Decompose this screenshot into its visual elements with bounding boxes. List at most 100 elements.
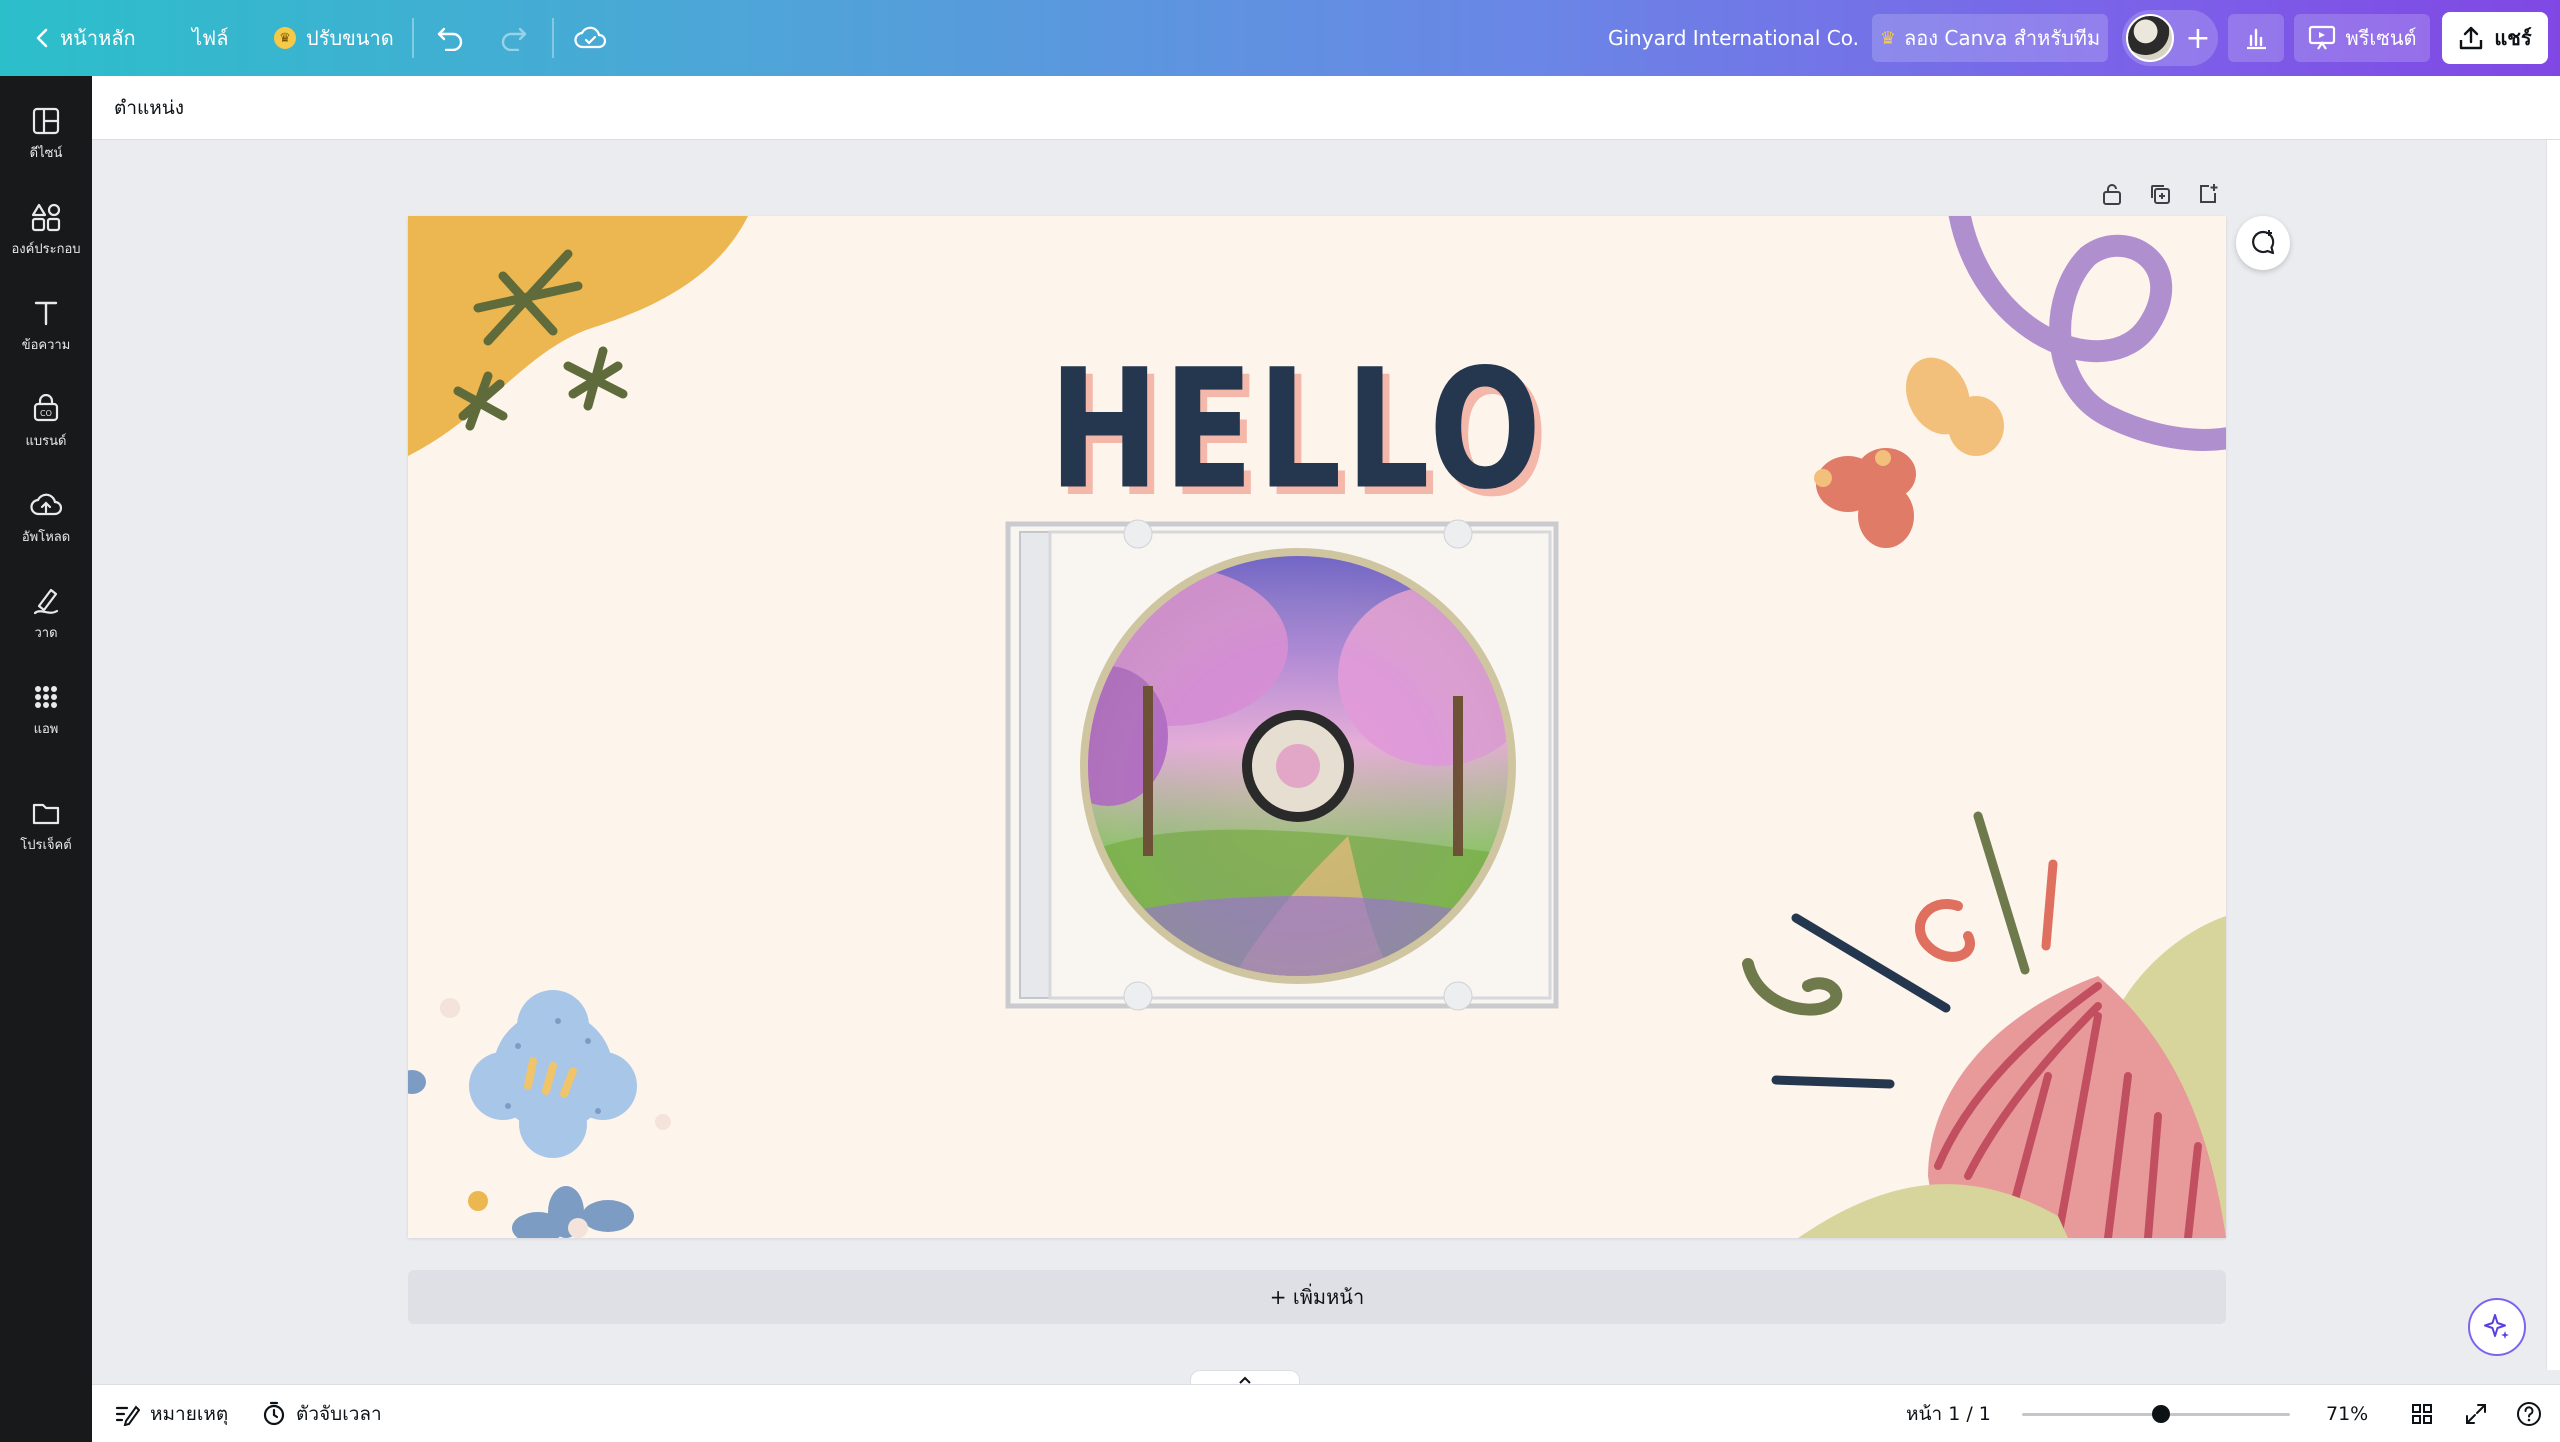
present-label: พรีเซนต์ xyxy=(2345,26,2417,50)
sparkle-icon xyxy=(2484,1314,2509,1339)
canvas-area: HELLO + เพิ่มหน้า xyxy=(92,140,2560,1370)
svg-text:CO: CO xyxy=(40,409,52,418)
shapes-icon xyxy=(31,203,61,231)
rail-item-draw[interactable]: วาด xyxy=(0,572,92,656)
team-name[interactable]: Ginyard International Co. xyxy=(1608,0,1859,76)
rail-label: แอพ xyxy=(33,721,59,737)
undo-button[interactable] xyxy=(436,0,466,76)
position-button[interactable]: ตำแหน่ง xyxy=(114,76,184,140)
duplicate-page-button[interactable] xyxy=(2144,176,2176,212)
toolbar-divider xyxy=(412,18,414,58)
timer-button[interactable]: ตัวจับเวลา xyxy=(262,1385,382,1442)
bottom-bar: หมายเหตุ ตัวจับเวลา หน้า 1 / 1 71% xyxy=(92,1384,2560,1442)
zoom-slider[interactable] xyxy=(2022,1405,2290,1423)
chevron-up-icon xyxy=(1239,1376,1251,1384)
vertical-scrollbar[interactable] xyxy=(2546,140,2560,1370)
team-name-label: Ginyard International Co. xyxy=(1608,26,1859,50)
apps-icon xyxy=(35,685,57,708)
magic-assistant-button[interactable] xyxy=(2468,1298,2526,1356)
zoom-slider-thumb[interactable] xyxy=(2152,1405,2171,1423)
layout-icon xyxy=(32,107,60,134)
zoom-level-button[interactable]: 71% xyxy=(2326,1385,2368,1442)
rail-item-uploads[interactable]: อัพโหลด xyxy=(0,476,92,560)
context-toolbar: ตำแหน่ง xyxy=(92,76,2560,140)
help-button[interactable] xyxy=(2516,1385,2542,1442)
share-label: แชร์ xyxy=(2494,26,2532,50)
upload-icon xyxy=(30,493,62,515)
back-home-button[interactable]: หน้าหลัก xyxy=(34,0,136,76)
rail-item-projects[interactable]: โปรเจ็คต์ xyxy=(0,784,92,868)
cloud-save-button[interactable] xyxy=(574,0,608,76)
bar-chart-icon xyxy=(2247,28,2266,50)
toolbar-divider xyxy=(552,18,554,58)
share-button[interactable]: แชร์ xyxy=(2442,12,2548,64)
grid-view-icon xyxy=(2412,1404,2432,1424)
zoom-level: 71% xyxy=(2326,1403,2369,1425)
add-comment-button[interactable] xyxy=(2236,216,2290,270)
fullscreen-icon xyxy=(2466,1404,2486,1424)
present-button[interactable]: พรีเซนต์ xyxy=(2294,14,2430,62)
undo-icon xyxy=(437,27,463,51)
rail-label: ข้อความ xyxy=(21,337,71,353)
rail-item-brand[interactable]: CO แบรนด์ xyxy=(0,380,92,464)
add-page-icon xyxy=(2200,184,2218,203)
bottom-right-doodles[interactable] xyxy=(1742,811,2226,1238)
notes-icon xyxy=(115,1405,140,1426)
page-indicator: หน้า 1 / 1 xyxy=(1906,1403,1991,1425)
resize-label: ปรับขนาด xyxy=(306,26,394,50)
grid-view-button[interactable] xyxy=(2410,1385,2434,1442)
rail-label: ดีไซน์ xyxy=(29,145,63,161)
rail-item-text[interactable]: ข้อความ xyxy=(0,284,92,368)
crown-icon: ♛ xyxy=(274,27,296,49)
comment-add-icon xyxy=(2252,230,2275,255)
fullscreen-button[interactable] xyxy=(2464,1385,2488,1442)
page-tools xyxy=(2096,176,2224,212)
duplicate-icon xyxy=(2151,185,2170,204)
text-icon xyxy=(34,301,58,325)
add-page-icon-button[interactable] xyxy=(2192,176,2224,212)
rail-label: องค์ประกอบ xyxy=(11,241,81,257)
hello-heading[interactable]: HELLO xyxy=(408,334,2186,527)
brand-icon: CO xyxy=(33,393,59,421)
share-upload-icon xyxy=(2460,26,2483,50)
position-label: ตำแหน่ง xyxy=(114,97,185,119)
blue-flower-doodle[interactable] xyxy=(408,990,671,1238)
side-rail: ดีไซน์ องค์ประกอบ ข้อความ CO แบรนด์ อัพโ… xyxy=(0,76,92,1442)
collaborators: + xyxy=(2122,10,2218,66)
try-canva-teams-label: ลอง Canva สำหรับทีม xyxy=(1903,26,2101,50)
top-bar: หน้าหลัก ไฟล์ ♛ ปรับขนาด Ginyard Interna… xyxy=(0,0,2560,76)
page-indicator-button[interactable]: หน้า 1 / 1 xyxy=(1906,1385,1991,1442)
rail-item-apps[interactable]: แอพ xyxy=(0,668,92,752)
draw-icon xyxy=(33,588,59,614)
redo-button[interactable] xyxy=(498,0,528,76)
add-collaborator-icon[interactable]: + xyxy=(2182,10,2214,66)
rail-item-design[interactable]: ดีไซน์ xyxy=(0,92,92,176)
folder-icon xyxy=(32,803,60,824)
file-menu-label: ไฟล์ xyxy=(192,26,229,50)
add-page-label: + เพิ่มหน้า xyxy=(1269,1285,1365,1309)
notes-label: หมายเหตุ xyxy=(150,1403,229,1425)
add-page-button[interactable]: + เพิ่มหน้า xyxy=(408,1270,2226,1324)
design-page[interactable]: HELLO xyxy=(408,216,2226,1238)
present-icon xyxy=(2308,25,2335,50)
timer-label: ตัวจับเวลา xyxy=(296,1403,382,1425)
notes-button[interactable]: หมายเหตุ xyxy=(114,1385,228,1442)
rail-label: อัพโหลด xyxy=(21,529,71,545)
help-icon xyxy=(2517,1402,2541,1426)
try-canva-teams-button[interactable]: ♛ ลอง Canva สำหรับทีม xyxy=(1872,14,2108,62)
rail-label: แบรนด์ xyxy=(25,433,67,449)
chevron-left-icon xyxy=(36,28,48,48)
file-menu-button[interactable]: ไฟล์ xyxy=(192,0,228,76)
back-home-label: หน้าหลัก xyxy=(60,26,136,50)
lock-page-button[interactable] xyxy=(2096,176,2128,212)
avatar[interactable] xyxy=(2126,14,2174,62)
timer-icon xyxy=(263,1401,285,1426)
rail-label: โปรเจ็คต์ xyxy=(20,837,72,853)
cloud-check-icon xyxy=(574,26,607,49)
redo-icon xyxy=(501,27,527,51)
rail-item-elements[interactable]: องค์ประกอบ xyxy=(0,188,92,272)
lock-icon xyxy=(2103,184,2121,205)
insights-button[interactable] xyxy=(2228,14,2284,62)
resize-button[interactable]: ♛ ปรับขนาด xyxy=(274,0,394,76)
rail-label: วาด xyxy=(34,625,58,641)
